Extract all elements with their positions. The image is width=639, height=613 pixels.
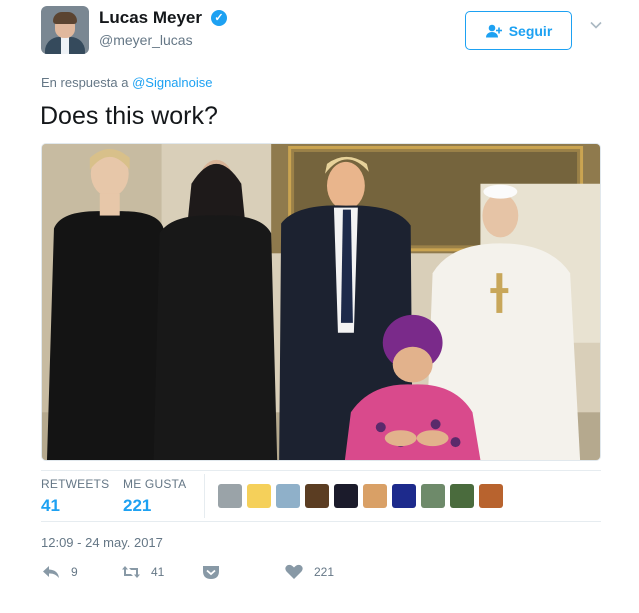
save-action[interactable] xyxy=(201,563,221,581)
likes-stat[interactable]: ME GUSTA 221 xyxy=(123,477,186,516)
tweet-text: Does this work? xyxy=(40,102,218,130)
stats-separator xyxy=(204,474,205,518)
reply-prefix: En respuesta a xyxy=(41,75,129,90)
photo-image xyxy=(42,144,600,460)
divider xyxy=(41,521,601,522)
liker-avatar[interactable] xyxy=(363,484,387,508)
pocket-icon xyxy=(203,566,219,579)
like-count: 221 xyxy=(314,565,335,579)
like-action[interactable]: 221 xyxy=(284,563,334,581)
verified-badge-icon: ✓ xyxy=(211,10,227,26)
user-name[interactable]: Lucas Meyer xyxy=(99,8,202,28)
reply-context: En respuesta a @Signalnoise xyxy=(41,75,213,90)
retweets-label: RETWEETS xyxy=(41,477,110,491)
tweet-timestamp[interactable]: 12:09 - 24 may. 2017 xyxy=(41,535,163,550)
liker-avatar[interactable] xyxy=(392,484,416,508)
liker-avatar[interactable] xyxy=(450,484,474,508)
likes-label: ME GUSTA xyxy=(123,477,187,491)
reply-mention-link[interactable]: @Signalnoise xyxy=(132,75,212,90)
chevron-down-icon[interactable] xyxy=(589,18,603,32)
avatar[interactable] xyxy=(41,6,89,54)
liker-avatar[interactable] xyxy=(276,484,300,508)
follow-button[interactable]: Seguir xyxy=(465,11,572,50)
follow-button-label: Seguir xyxy=(508,22,553,39)
retweet-action[interactable]: 41 xyxy=(121,563,164,581)
retweets-count: 41 xyxy=(41,496,60,515)
reply-count: 9 xyxy=(71,565,78,579)
retweet-count: 41 xyxy=(151,565,165,579)
liker-avatar[interactable] xyxy=(247,484,271,508)
tweet-photo[interactable] xyxy=(41,143,601,461)
liker-avatar[interactable] xyxy=(218,484,242,508)
add-user-icon xyxy=(485,24,502,37)
reply-icon xyxy=(43,566,59,578)
heart-icon xyxy=(285,564,303,579)
liker-avatar[interactable] xyxy=(334,484,358,508)
liker-avatar[interactable] xyxy=(479,484,503,508)
tweet-header: Lucas Meyer ✓ @meyer_lucas Seguir xyxy=(41,6,611,58)
reply-action[interactable]: 9 xyxy=(41,563,78,581)
likes-count: 221 xyxy=(123,496,152,515)
divider xyxy=(41,470,601,471)
liker-avatar[interactable] xyxy=(305,484,329,508)
retweets-stat[interactable]: RETWEETS 41 xyxy=(41,477,109,516)
liker-avatar[interactable] xyxy=(421,484,445,508)
retweet-icon xyxy=(122,566,140,578)
user-handle[interactable]: @meyer_lucas xyxy=(99,32,193,48)
